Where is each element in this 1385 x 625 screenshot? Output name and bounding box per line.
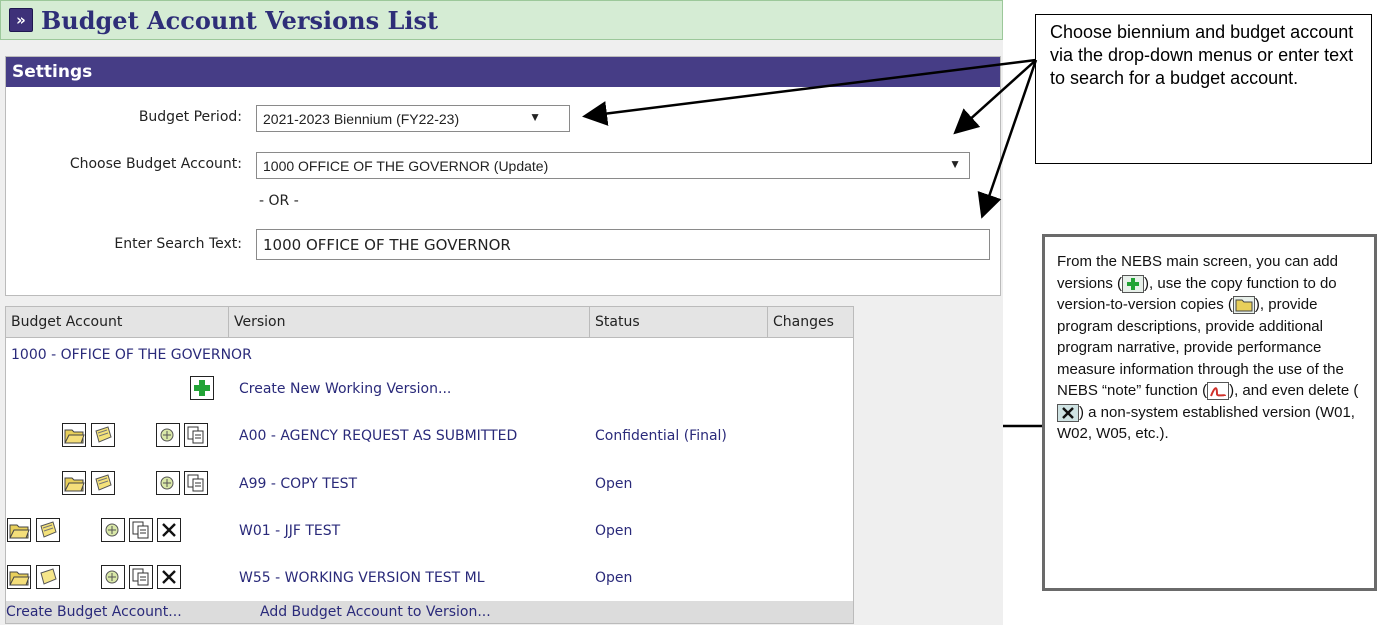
- callout-arrows: [582, 58, 1042, 428]
